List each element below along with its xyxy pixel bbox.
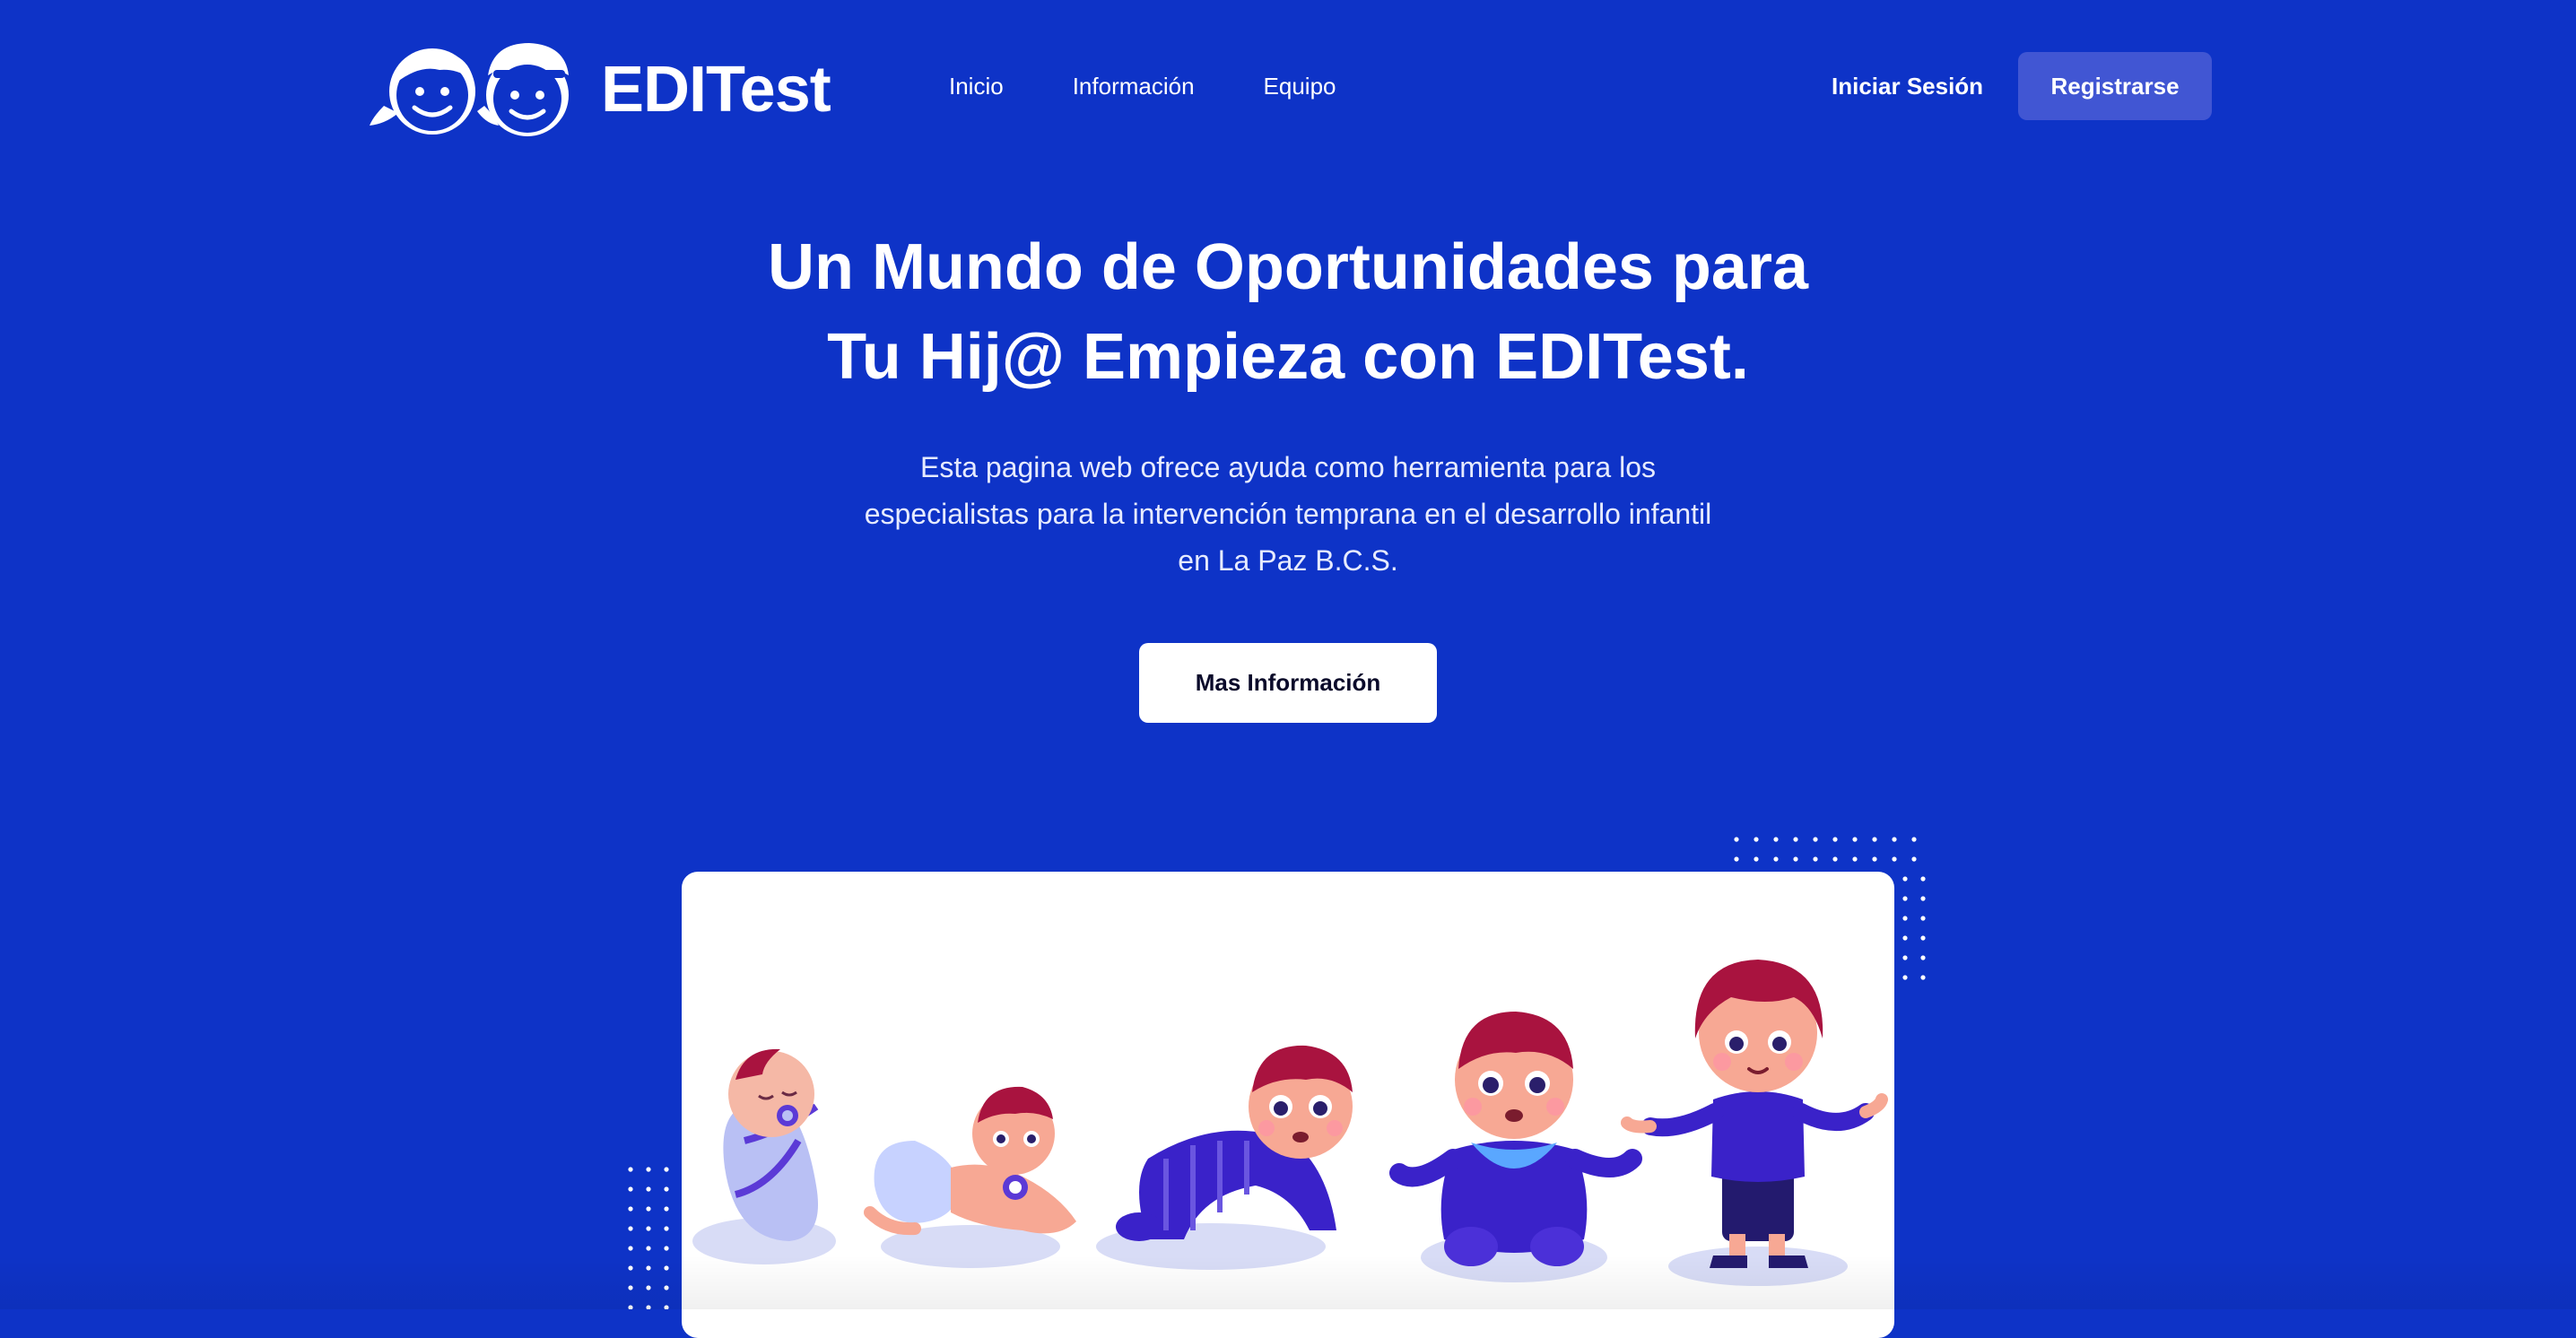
dot-grid-decoration-left <box>628 1167 669 1309</box>
swaddled-baby-figure <box>692 1048 836 1264</box>
nav-link-inicio[interactable]: Inicio <box>949 70 1004 102</box>
two-kids-faces-icon <box>370 43 569 136</box>
register-button[interactable]: Registrarse <box>2018 52 2212 120</box>
hero-title-line-2: Tu Hij@ Empieza con EDITest. <box>827 321 1749 393</box>
nav-link-equipo[interactable]: Equipo <box>1264 70 1336 102</box>
hero-title: Un Mundo de Oportunidades para Tu Hij@ E… <box>0 222 2576 402</box>
brand-logo[interactable]: EDITest <box>368 36 831 143</box>
brand-name: EDITest <box>601 54 831 126</box>
more-info-button[interactable]: Mas Información <box>1139 643 1437 723</box>
crawling-baby-figure <box>1096 1045 1353 1270</box>
nav-link-informacion[interactable]: Información <box>1073 70 1195 102</box>
site-header: EDITest Inicio Información Equipo Inicia… <box>0 0 2576 175</box>
hero-subtitle: Esta pagina web ofrece ayuda como herram… <box>864 451 1712 577</box>
main-nav: Inicio Información Equipo <box>949 70 1336 102</box>
hero-title-line-1: Un Mundo de Oportunidades para <box>767 231 1808 303</box>
standing-toddler-figure <box>1621 960 1888 1286</box>
lying-baby-figure <box>864 1086 1076 1268</box>
baby-growth-stages-illustration <box>692 960 1888 1286</box>
sitting-baby-figure <box>1389 1012 1642 1282</box>
login-link[interactable]: Iniciar Sesión <box>1832 70 1983 102</box>
hero-image-card <box>682 872 1894 1338</box>
